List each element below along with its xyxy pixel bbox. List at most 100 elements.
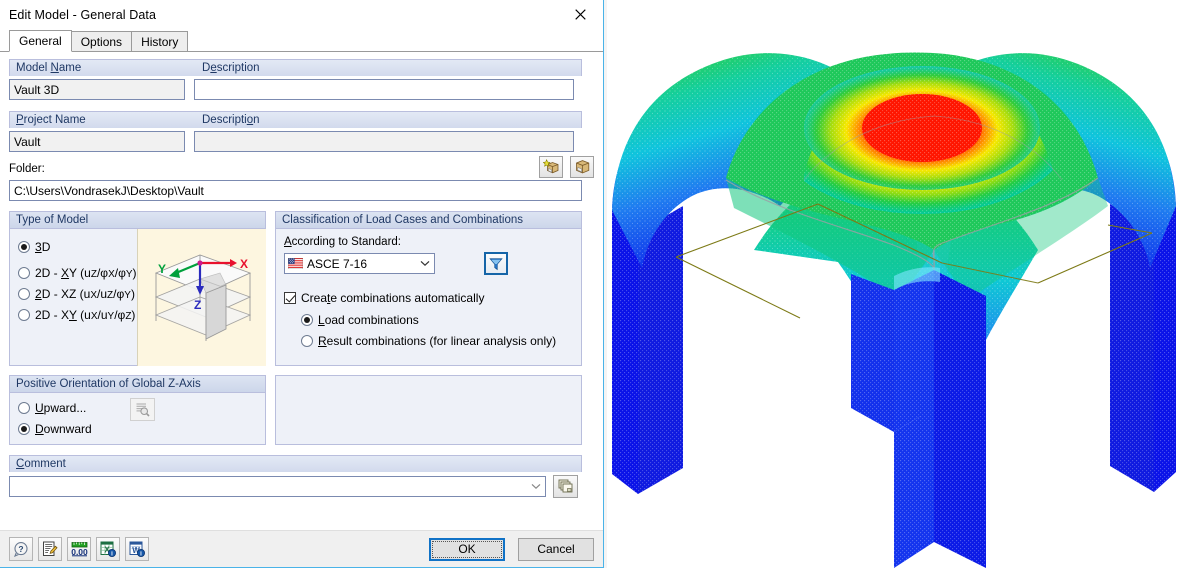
folder-label: Folder: [9, 163, 45, 175]
cancel-button-label: Cancel [537, 542, 575, 556]
project-group: Project Name Description Folder: [9, 111, 594, 201]
radio-model-3d-label: 3D [35, 239, 51, 254]
units-icon[interactable]: 0.00 [67, 537, 91, 561]
new-project-glyph [542, 159, 558, 174]
tab-history-label: History [141, 35, 179, 49]
standard-label: According to Standard: [284, 236, 401, 248]
cancel-button[interactable]: Cancel [518, 537, 594, 561]
radio-model-2d-xz[interactable]: 2D - XZ (uX/uZ/φY) [18, 285, 137, 302]
ok-focus-ring [432, 540, 502, 558]
radio-load-combinations-dot [301, 313, 313, 326]
svg-text:Z: Z [194, 298, 201, 312]
new-project-icon[interactable] [539, 156, 563, 178]
radio-load-combinations-label: Load combinations [318, 312, 419, 327]
radio-model-2d-xy-uz-label: 2D - XY (uZ/φX/φY) [35, 265, 137, 280]
vault-3d-fea-result-view[interactable] [604, 0, 1185, 568]
radio-model-2d-xy-ux-label: 2D - XY (uX/uY/φZ) [35, 307, 136, 322]
type-of-model-title: Type of Model [16, 214, 89, 226]
type-of-model-panel: Type of Model 3D 2D - XY (uZ/φX/φY) 2D -… [9, 211, 266, 366]
svg-text:Y: Y [158, 262, 166, 276]
excel-export-icon[interactable]: X i [96, 537, 120, 561]
pier-center [851, 267, 986, 568]
word-export-glyph: W i [129, 541, 145, 557]
comment-input[interactable] [9, 476, 546, 497]
preview-magnifier-icon [130, 398, 155, 421]
units-glyph: 0.00 [71, 542, 88, 557]
radio-z-upward[interactable]: Upward... [18, 399, 130, 416]
help-glyph: ? [14, 542, 28, 557]
model-name-group: Model Name Description [9, 59, 594, 100]
model-description-input[interactable] [194, 79, 574, 100]
classification-title: Classification of Load Cases and Combina… [282, 214, 523, 226]
model-type-preview: X Y Z [136, 229, 266, 366]
folder-input[interactable] [9, 180, 582, 201]
dialog-body: Model Name Description Project Name Desc… [0, 52, 603, 530]
empty-info-panel [275, 375, 582, 445]
help-icon[interactable]: ? [9, 537, 33, 561]
radio-model-2d-xy-ux-dot [18, 308, 30, 321]
close-glyph [575, 8, 586, 20]
tab-options-label: Options [80, 35, 123, 49]
radio-model-3d[interactable]: 3D [18, 238, 137, 255]
classification-header: Classification of Load Cases and Combina… [276, 212, 581, 229]
z-axis-panel: Positive Orientation of Global Z-Axis Up… [9, 375, 266, 445]
svg-text:?: ? [18, 544, 23, 554]
radio-result-combinations[interactable]: Result combinations (for linear analysis… [301, 332, 573, 349]
create-combinations-label: Create combinations automatically [301, 290, 485, 305]
zaxis-row: Positive Orientation of Global Z-Axis Up… [9, 375, 594, 445]
model-name-label: Model Name [16, 62, 82, 74]
close-icon[interactable] [558, 0, 603, 29]
window-title: Edit Model - General Data [9, 7, 157, 22]
create-combinations-check-mark [284, 291, 296, 304]
model-name-input[interactable] [9, 79, 185, 100]
comment-library-icon[interactable] [553, 475, 578, 498]
ok-button[interactable]: OK [429, 537, 505, 561]
radio-z-downward[interactable]: Downward [18, 420, 130, 437]
radio-model-2d-xy-ux[interactable]: 2D - XY (uX/uY/φZ) [18, 306, 137, 323]
open-project-glyph [575, 160, 589, 174]
title-bar: Edit Model - General Data [0, 0, 603, 30]
project-header-band: Project Name Description [9, 111, 582, 128]
tab-options[interactable]: Options [70, 31, 133, 52]
radio-model-2d-xy-uz[interactable]: 2D - XY (uZ/φX/φY) [18, 264, 137, 281]
excel-export-glyph: X i [100, 541, 116, 557]
comment-header-band: Comment [9, 455, 582, 472]
notes-edit-glyph [43, 541, 58, 556]
comment-library-glyph [558, 479, 572, 493]
radio-model-2d-xy-uz-dot [18, 266, 30, 279]
word-export-icon[interactable]: W i [125, 537, 149, 561]
tab-strip: General Options History [0, 30, 603, 52]
create-combinations-checkbox[interactable]: Create combinations automatically [284, 289, 573, 306]
model-name-header-band: Model Name Description [9, 59, 582, 76]
z-axis-title: Positive Orientation of Global Z-Axis [16, 378, 201, 390]
svg-text:X: X [240, 257, 248, 271]
model-description-label: Description [202, 62, 260, 74]
comment-chevron-down-icon [527, 483, 545, 490]
chevron-down-icon [416, 260, 434, 267]
z-axis-header: Positive Orientation of Global Z-Axis [10, 376, 265, 393]
tab-history[interactable]: History [131, 31, 189, 52]
radio-z-downward-dot [18, 422, 30, 435]
project-description-label: Description [202, 114, 260, 126]
open-project-icon[interactable] [570, 156, 594, 178]
preview-magnifier-glyph [136, 403, 150, 417]
radio-load-combinations[interactable]: Load combinations [301, 311, 573, 328]
radio-z-upward-dot [18, 401, 30, 414]
vault-3d-graphic [604, 0, 1176, 568]
radio-model-2d-xz-label: 2D - XZ (uX/uZ/φY) [35, 286, 135, 301]
radio-model-3d-dot [18, 240, 30, 253]
standard-select[interactable]: ASCE 7-16 [284, 253, 435, 274]
radio-model-2d-xz-dot [18, 287, 30, 300]
project-description-input[interactable] [194, 131, 574, 152]
notes-edit-icon[interactable] [38, 537, 62, 561]
filter-icon[interactable] [484, 252, 508, 275]
project-name-input[interactable] [9, 131, 185, 152]
comment-label: Comment [16, 458, 66, 470]
tab-general[interactable]: General [9, 30, 72, 52]
us-flag-icon [288, 258, 303, 269]
standard-value: ASCE 7-16 [307, 256, 368, 271]
radio-result-combinations-dot [301, 334, 313, 347]
tab-general-label: General [19, 34, 62, 48]
filter-funnel-glyph [489, 257, 503, 270]
middle-row: Type of Model 3D 2D - XY (uZ/φX/φY) 2D -… [9, 211, 594, 366]
